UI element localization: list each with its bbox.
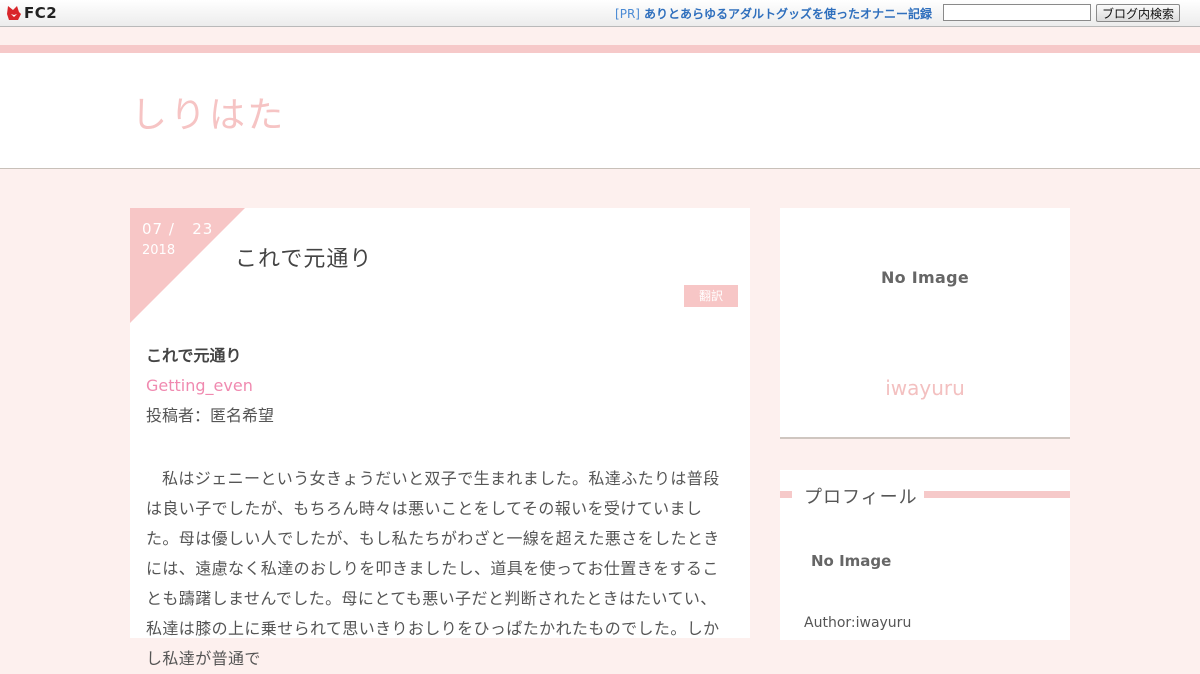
original-title-link[interactable]: Getting_even (146, 374, 726, 404)
category-badge[interactable]: 翻訳 (684, 285, 738, 307)
author-image-placeholder: No Image (880, 268, 970, 287)
blog-header: しりはた (0, 53, 1200, 169)
sidebar-author-card: No Image iwayuru (780, 208, 1070, 439)
fc2-fox-icon (7, 6, 21, 20)
pr-tag: [PR] (615, 7, 640, 21)
post-date-day: 23 (192, 220, 214, 238)
sidebar-author-name[interactable]: iwayuru (780, 376, 1070, 400)
article-title[interactable]: これで元通り (235, 241, 372, 273)
profile-heading-rule-left (780, 491, 792, 498)
profile-widget: プロフィール No Image Author:iwayuru (780, 470, 1070, 640)
post-date-year: 2018 (142, 243, 176, 258)
profile-heading-rule-right (924, 491, 1070, 498)
article-card: 07 / 23 2018 これで元通り 翻訳 これで元通り Getting_ev… (130, 208, 750, 668)
pr-ad-link[interactable]: [PR] ありとあらゆるアダルトグッズを使ったオナニー記録 (615, 5, 932, 22)
blog-search-input[interactable] (943, 4, 1091, 21)
poster-line: 投稿者：匿名希望 (146, 406, 275, 425)
profile-image-placeholder: No Image (811, 552, 892, 570)
post-date-separator: / (168, 220, 175, 238)
article-subtitle: これで元通り (146, 346, 242, 365)
article-paragraph: 私はジェニーという女きょうだいと双子で生まれました。私達ふたりは普段は良い子でし… (146, 469, 720, 668)
blog-title[interactable]: しりはた (131, 86, 286, 138)
post-date-month: 07 (142, 220, 164, 238)
profile-author-line: Author:iwayuru (804, 615, 912, 631)
blog-search-button[interactable]: ブログ内検索 (1096, 4, 1180, 22)
fc2-logo-text: FC2 (24, 4, 58, 22)
post-date-month-day: 07 / 23 (142, 220, 213, 238)
fc2-toolbar: FC2 [PR] ありとあらゆるアダルトグッズを使ったオナニー記録 ブログ内検索 (0, 0, 1200, 27)
fc2-logo[interactable]: FC2 (6, 4, 57, 22)
profile-heading: プロフィール (804, 487, 918, 508)
pr-ad-text[interactable]: ありとあらゆるアダルトグッズを使ったオナニー記録 (644, 7, 932, 21)
article-body: これで元通り Getting_even 投稿者：匿名希望 私はジェニーという女き… (146, 346, 726, 674)
header-accent-stripe (0, 45, 1200, 53)
